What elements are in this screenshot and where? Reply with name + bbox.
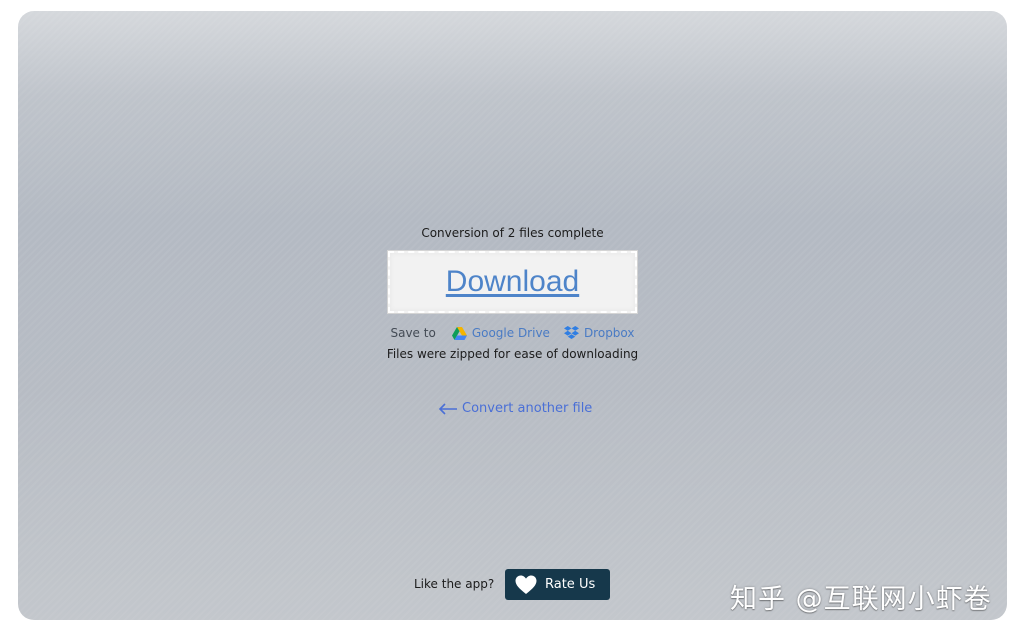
conversion-status: Conversion of 2 files complete [421, 226, 604, 240]
google-drive-label[interactable]: Google Drive [472, 326, 550, 340]
save-to-row: Save to Google Drive Dropbox [18, 326, 1007, 340]
save-to-label: Save to [390, 326, 436, 340]
dropbox-icon [563, 326, 579, 339]
rate-us-button[interactable]: Rate Us [505, 569, 610, 600]
watermark: 知乎 @互联网小虾卷 [730, 584, 992, 615]
google-drive-link[interactable]: Google Drive [451, 326, 550, 340]
download-link[interactable]: Download [446, 265, 579, 299]
convert-another-link[interactable]: Convert another file [438, 401, 592, 416]
download-button[interactable]: Download [388, 251, 637, 313]
dropbox-label[interactable]: Dropbox [584, 326, 635, 340]
dropbox-link[interactable]: Dropbox [563, 326, 635, 340]
heart-icon [515, 575, 537, 594]
like-the-app-text: Like the app? [414, 577, 495, 591]
zip-note: Files were zipped for ease of downloadin… [386, 347, 639, 361]
google-drive-icon [451, 326, 467, 340]
convert-another-label[interactable]: Convert another file [462, 401, 592, 416]
conversion-panel: Conversion of 2 files complete Download … [18, 11, 1007, 620]
arrow-left-icon [438, 402, 457, 415]
rate-us-label[interactable]: Rate Us [545, 577, 595, 592]
